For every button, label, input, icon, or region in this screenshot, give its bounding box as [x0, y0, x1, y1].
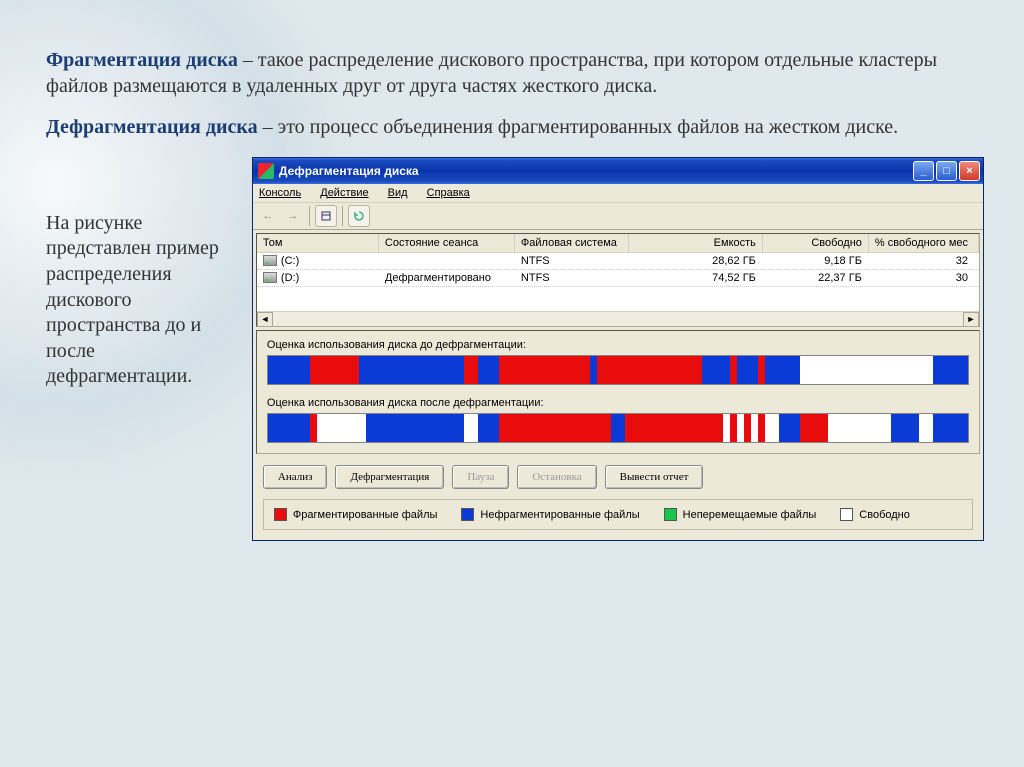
- defrag-window: Дефрагментация диска _ □ × Консоль Дейст…: [252, 157, 984, 541]
- h-scrollbar[interactable]: ◄ ►: [257, 311, 979, 326]
- usage-bar-before: [267, 355, 969, 385]
- legend-frag: Фрагментированные файлы: [274, 508, 438, 521]
- grid-body: (C:) NTFS 28,62 ГБ 9,18 ГБ 32 (D:) Дефра…: [257, 253, 979, 311]
- usage-segment: [478, 356, 499, 384]
- label-before: Оценка использования диска до дефрагмент…: [267, 339, 969, 351]
- term-defragmentation: Дефрагментация диска: [46, 116, 258, 138]
- col-pct[interactable]: % свободного мес: [869, 234, 979, 252]
- toolbar: ← →: [253, 203, 983, 230]
- menu-action[interactable]: Действие: [320, 187, 368, 199]
- usage-segment: [730, 356, 737, 384]
- usage-segment: [919, 414, 933, 442]
- usage-segment: [611, 414, 625, 442]
- titlebar[interactable]: Дефрагментация диска _ □ ×: [253, 158, 983, 184]
- legend-free: Свободно: [840, 508, 910, 521]
- usage-segment: [268, 414, 310, 442]
- usage-segment: [751, 414, 758, 442]
- swatch-blue: [461, 508, 474, 521]
- col-fs[interactable]: Файловая система: [515, 234, 629, 252]
- usage-segment: [464, 414, 478, 442]
- usage-segment: [702, 356, 730, 384]
- usage-segment: [800, 414, 828, 442]
- drive-icon: [263, 272, 277, 283]
- usage-segment: [597, 356, 702, 384]
- usage-segment: [310, 414, 317, 442]
- usage-segment: [933, 356, 968, 384]
- usage-segment: [625, 414, 723, 442]
- usage-segment: [765, 356, 800, 384]
- usage-segment: [737, 414, 744, 442]
- menu-help[interactable]: Справка: [427, 187, 470, 199]
- legend-nonfrag: Нефрагментированные файлы: [461, 508, 639, 521]
- col-free[interactable]: Свободно: [763, 234, 869, 252]
- usage-segment: [317, 414, 366, 442]
- usage-segment: [366, 414, 464, 442]
- usage-segment: [800, 356, 933, 384]
- swatch-green: [664, 508, 677, 521]
- scroll-left-icon[interactable]: ◄: [257, 312, 273, 327]
- col-capacity[interactable]: Емкость: [629, 234, 763, 252]
- term-fragmentation: Фрагментация диска: [46, 49, 238, 71]
- usage-segment: [891, 414, 919, 442]
- minimize-button[interactable]: _: [913, 161, 934, 181]
- intro-paragraph-2: Дефрагментация диска – это процесс объед…: [46, 115, 976, 141]
- grid-row[interactable]: (D:) Дефрагментировано NTFS 74,52 ГБ 22,…: [257, 270, 979, 287]
- view-list-button[interactable]: [315, 205, 337, 227]
- legend-unmov: Неперемещаемые файлы: [664, 508, 817, 521]
- usage-segment: [779, 414, 800, 442]
- usage-segment: [590, 356, 597, 384]
- usage-panel: Оценка использования диска до дефрагмент…: [256, 330, 980, 454]
- maximize-button[interactable]: □: [936, 161, 957, 181]
- usage-segment: [758, 414, 765, 442]
- grid-row[interactable]: (C:) NTFS 28,62 ГБ 9,18 ГБ 32: [257, 253, 979, 270]
- usage-bar-after: [267, 413, 969, 443]
- usage-segment: [737, 356, 758, 384]
- usage-segment: [499, 356, 590, 384]
- defrag-button[interactable]: Дефрагментация: [335, 465, 444, 489]
- menu-console[interactable]: Консоль: [259, 187, 301, 199]
- legend: Фрагментированные файлы Нефрагментирован…: [263, 499, 973, 530]
- report-button[interactable]: Вывести отчет: [605, 465, 704, 489]
- usage-segment: [744, 414, 751, 442]
- usage-segment: [310, 356, 359, 384]
- col-volume[interactable]: Том: [257, 234, 379, 252]
- analyze-button[interactable]: Анализ: [263, 465, 328, 489]
- refresh-button[interactable]: [348, 205, 370, 227]
- usage-segment: [268, 356, 310, 384]
- menu-view[interactable]: Вид: [388, 187, 408, 199]
- back-button: ←: [257, 205, 279, 227]
- drive-icon: [263, 255, 277, 266]
- intro-paragraph-1: Фрагментация диска – такое распределение…: [46, 48, 976, 99]
- app-icon: [258, 163, 274, 179]
- menubar: Консоль Действие Вид Справка: [253, 184, 983, 203]
- window-title: Дефрагментация диска: [279, 164, 913, 178]
- side-caption: На рисунке представлен пример распределе…: [46, 157, 244, 541]
- usage-segment: [730, 414, 737, 442]
- forward-button: →: [282, 205, 304, 227]
- usage-segment: [765, 414, 779, 442]
- scroll-right-icon[interactable]: ►: [963, 312, 979, 327]
- label-after: Оценка использования диска после дефрагм…: [267, 397, 969, 409]
- col-session[interactable]: Состояние сеанса: [379, 234, 515, 252]
- stop-button: Остановка: [517, 465, 596, 489]
- volume-grid: Том Состояние сеанса Файловая система Ем…: [256, 233, 980, 327]
- swatch-white: [840, 508, 853, 521]
- usage-segment: [723, 414, 730, 442]
- usage-segment: [478, 414, 499, 442]
- close-button[interactable]: ×: [959, 161, 980, 181]
- usage-segment: [828, 414, 891, 442]
- swatch-red: [274, 508, 287, 521]
- usage-segment: [499, 414, 611, 442]
- usage-segment: [464, 356, 478, 384]
- button-row: Анализ Дефрагментация Пауза Остановка Вы…: [253, 457, 983, 493]
- intro-text-2: – это процесс объединения фрагментирован…: [258, 116, 899, 138]
- usage-segment: [933, 414, 968, 442]
- pause-button: Пауза: [452, 465, 509, 489]
- grid-header: Том Состояние сеанса Файловая система Ем…: [257, 234, 979, 253]
- usage-segment: [758, 356, 765, 384]
- usage-segment: [359, 356, 464, 384]
